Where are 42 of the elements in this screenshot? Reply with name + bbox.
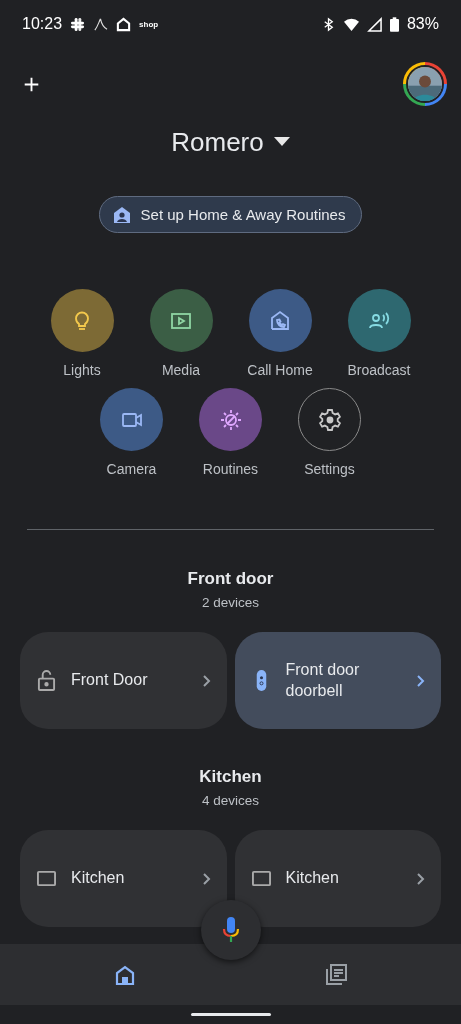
device-card[interactable]: Front door doorbell: [234, 632, 441, 729]
chevron-right-icon: [202, 872, 211, 885]
device-name: Kitchen: [285, 868, 340, 889]
device-name: Front Door: [71, 670, 149, 691]
chevron-right-icon: [202, 674, 211, 687]
person-home-icon: [111, 204, 132, 225]
routines-chip[interactable]: Set up Home & Away Routines: [98, 196, 363, 233]
signal-icon: [366, 16, 382, 32]
microphone-icon: [221, 917, 241, 943]
shortcut-label: Call Home: [247, 362, 313, 378]
device-card[interactable]: Kitchen: [234, 830, 441, 927]
feed-tab-icon[interactable]: [323, 962, 348, 987]
room-name: Front door: [187, 569, 274, 589]
dropdown-icon[interactable]: [273, 137, 290, 147]
device-card[interactable]: Kitchen: [20, 830, 227, 927]
chevron-right-icon: [417, 872, 425, 885]
battery-icon: [389, 16, 399, 32]
device-count: 4 devices: [201, 793, 259, 808]
unlocked-padlock-icon: [37, 669, 56, 692]
room-name: Kitchen: [199, 767, 262, 787]
device-card[interactable]: Front Door: [20, 632, 227, 729]
settings-icon: [317, 407, 342, 432]
device-name: Kitchen: [71, 868, 126, 889]
battery-percent: 83%: [406, 15, 439, 33]
house-phone-icon: [268, 308, 292, 333]
shortcut-label: Lights: [63, 362, 101, 378]
chevron-right-icon: [417, 674, 425, 687]
wifi-icon: [343, 16, 359, 32]
account-avatar[interactable]: [403, 62, 447, 106]
shortcut-label: Settings: [304, 461, 355, 477]
status-time: 10:23: [22, 15, 63, 33]
add-icon[interactable]: [23, 75, 40, 93]
sun-moon-icon: [218, 407, 243, 432]
shortcut-label: Routines: [202, 461, 259, 477]
notification-text: shop: [139, 19, 159, 29]
home-icon: [116, 16, 132, 32]
home-name[interactable]: Romero: [171, 126, 264, 158]
device-count: 2 devices: [201, 595, 259, 610]
shortcut-label: Broadcast: [347, 362, 411, 378]
device-name: Front door doorbell: [285, 659, 361, 701]
shortcut-label: Camera: [106, 461, 157, 477]
shortcut-label: Media: [161, 362, 201, 378]
